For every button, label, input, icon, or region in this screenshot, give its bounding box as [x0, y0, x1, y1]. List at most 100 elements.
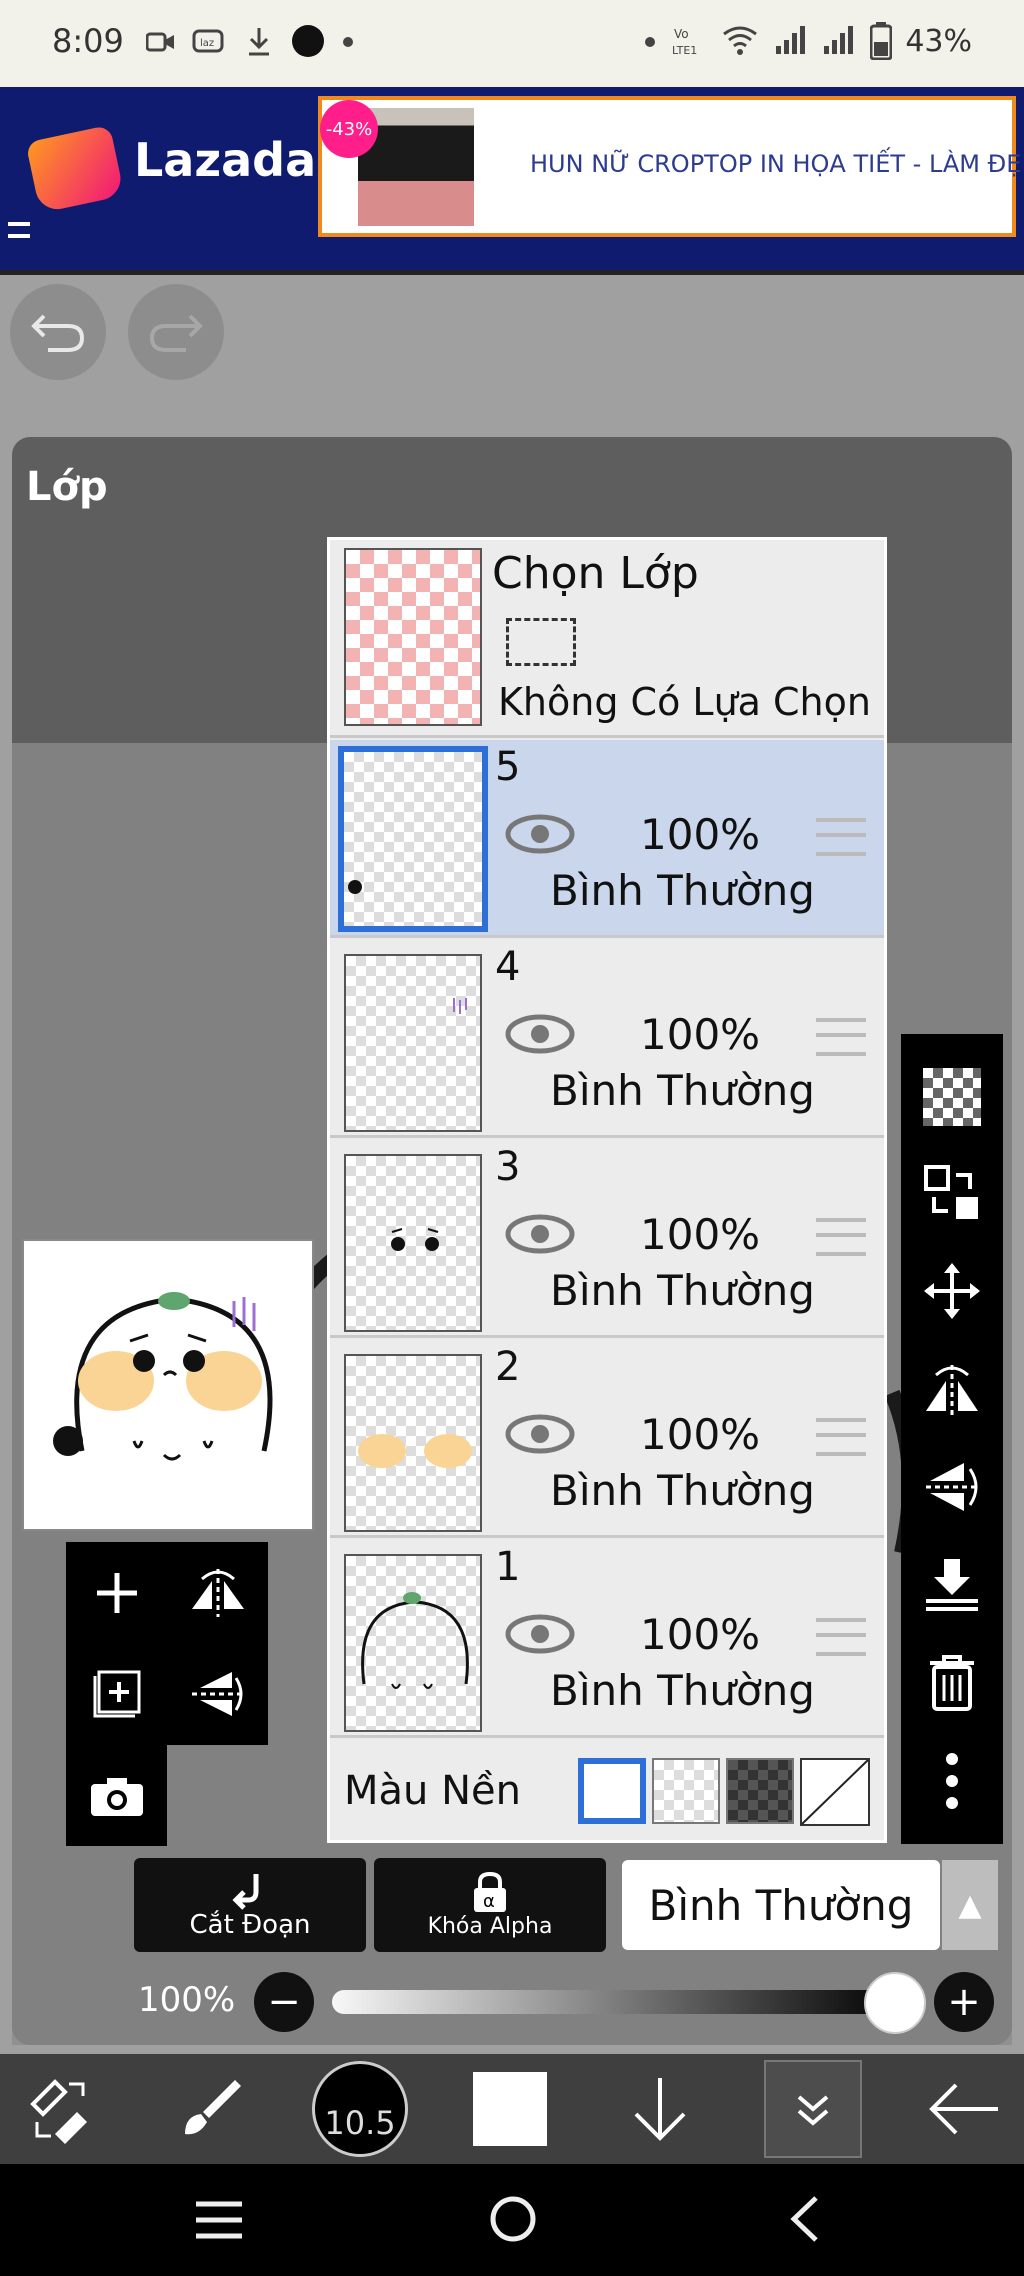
layer-thumb	[344, 1354, 482, 1532]
home-icon	[490, 2196, 536, 2242]
eye-icon[interactable]	[505, 1012, 575, 1056]
brush-size-value: 10.5	[324, 2104, 396, 2142]
blush-mark	[424, 1434, 472, 1468]
blend-mode-select[interactable]: Bình Thường	[622, 1860, 940, 1950]
home-button[interactable]	[488, 2194, 538, 2248]
layer-row[interactable]: 1 100% Bình Thường	[330, 1540, 884, 1738]
back-button[interactable]	[904, 2054, 1024, 2164]
drag-handle-icon[interactable]	[816, 1618, 866, 1656]
wifi-icon	[723, 26, 757, 55]
blend-mode-arrow-icon[interactable]: ▲	[942, 1860, 998, 1950]
discount-badge: -43%	[320, 100, 378, 158]
opacity-slider-knob[interactable]	[864, 1972, 926, 2034]
transparent-button[interactable]	[915, 1060, 989, 1134]
layer-number: 3	[495, 1144, 521, 1190]
opacity-decrease-button[interactable]: −	[254, 1972, 314, 2032]
layer-opacity: 100%	[640, 1210, 761, 1259]
svg-text:laz: laz	[200, 38, 214, 49]
layer-opacity: 100%	[640, 1010, 761, 1059]
eye-icon[interactable]	[505, 1612, 575, 1656]
ad-card[interactable]: -43% HUN NỮ CROPTOP IN HỌA TIẾT - LÀM ĐẸ	[318, 96, 1021, 237]
swap-layer-button[interactable]	[915, 1156, 989, 1230]
drag-handle-icon[interactable]	[816, 1218, 866, 1256]
dot-icon	[645, 37, 655, 47]
recents-icon	[196, 2201, 242, 2239]
selection-title: Chọn Lớp	[492, 548, 699, 599]
layer-thumb	[344, 954, 482, 1132]
layer-row[interactable]: 4 100% Bình Thường	[330, 940, 884, 1138]
bg-white-swatch[interactable]	[578, 1758, 646, 1824]
signal-icon	[824, 26, 853, 54]
menu-icon[interactable]	[8, 222, 30, 238]
layer-row[interactable]: 3 100% Bình Thường	[330, 1140, 884, 1338]
layer-menu-button[interactable]	[764, 2060, 862, 2158]
back-icon	[790, 2196, 818, 2242]
ad-banner[interactable]: Lazada -43% HUN NỮ CROPTOP IN HỌA TIẾT -…	[0, 87, 1024, 270]
lazada-logo	[25, 124, 125, 214]
bg-transparent-swatch[interactable]	[652, 1758, 720, 1824]
eye-icon[interactable]	[505, 1412, 575, 1456]
drag-handle-icon[interactable]	[816, 1018, 866, 1056]
flip-vertical-icon	[926, 1463, 978, 1511]
alpha-lock-button[interactable]: α Khóa Alpha	[374, 1858, 606, 1952]
drag-handle-icon[interactable]	[816, 818, 866, 856]
bg-none-swatch[interactable]	[800, 1758, 870, 1826]
bg-dark-checker-swatch[interactable]	[726, 1758, 794, 1824]
color-button[interactable]	[450, 2054, 570, 2164]
flip-horizontal-button[interactable]	[915, 1352, 989, 1426]
recents-button[interactable]	[194, 2200, 244, 2244]
stroke-mark	[453, 998, 467, 1014]
camera-button[interactable]	[66, 1745, 167, 1846]
opacity-slider[interactable]	[332, 1990, 900, 2014]
brush-button[interactable]	[150, 2054, 270, 2164]
layer-thumb	[344, 1154, 482, 1332]
layer-blend: Bình Thường	[550, 1666, 815, 1715]
add-layer-icon	[96, 1572, 137, 1613]
redo-icon	[149, 314, 203, 352]
move-button[interactable]	[915, 1254, 989, 1328]
layer-thumb	[338, 746, 488, 932]
drag-handle-icon[interactable]	[816, 1418, 866, 1456]
undo-button[interactable]	[10, 284, 106, 380]
merge-down-button[interactable]	[915, 1548, 989, 1622]
layer-row[interactable]: 5 100% Bình Thường	[330, 740, 884, 938]
brush-size-button[interactable]: 10.5	[300, 2054, 420, 2164]
undo-icon	[31, 314, 85, 352]
tool-switch-button[interactable]	[0, 2054, 120, 2164]
opacity-label: 100%	[138, 1980, 236, 2020]
trash-icon	[930, 1655, 974, 1711]
opacity-increase-button[interactable]: +	[934, 1972, 994, 2032]
layer-row[interactable]: 2 100% Bình Thường	[330, 1340, 884, 1538]
clock: 8:09	[52, 22, 124, 60]
selection-thumb	[344, 548, 482, 726]
layer-blend: Bình Thường	[550, 1266, 815, 1315]
system-nav-bar	[0, 2164, 1024, 2276]
eye-icon[interactable]	[505, 1212, 575, 1256]
nav-back-button[interactable]	[786, 2194, 822, 2248]
ad-brand: Lazada	[134, 133, 317, 187]
video-icon	[146, 32, 174, 52]
flip-vertical-button[interactable]	[915, 1450, 989, 1524]
more-button[interactable]	[915, 1744, 989, 1818]
down-button[interactable]	[600, 2054, 720, 2164]
alpha-lock-label: Khóa Alpha	[427, 1913, 553, 1939]
flip-v-icon	[191, 1671, 244, 1716]
add-layer-button[interactable]	[66, 1542, 167, 1643]
eye-icon[interactable]	[505, 812, 575, 856]
flip-v-button[interactable]	[167, 1643, 268, 1744]
redo-button[interactable]	[128, 284, 224, 380]
canvas-preview[interactable]	[22, 1239, 314, 1531]
selection-layer-row[interactable]: Chọn Lớp Không Có Lựa Chọn	[330, 540, 884, 738]
blush-mark	[358, 1434, 406, 1468]
background-row: Màu Nền	[330, 1740, 884, 1840]
camera-icon	[90, 1777, 143, 1816]
merge-down-icon	[926, 1559, 978, 1611]
layer-list: Chọn Lớp Không Có Lựa Chọn 5 100% Bình T…	[327, 537, 887, 1843]
svg-text:α: α	[483, 1891, 495, 1912]
flip-h-button[interactable]	[167, 1542, 268, 1643]
layer-thumb	[344, 1554, 482, 1732]
dot-icon	[343, 37, 353, 47]
delete-layer-button[interactable]	[915, 1646, 989, 1720]
clip-button[interactable]: Cắt Đoạn	[134, 1858, 366, 1952]
add-folder-button[interactable]	[66, 1643, 167, 1744]
